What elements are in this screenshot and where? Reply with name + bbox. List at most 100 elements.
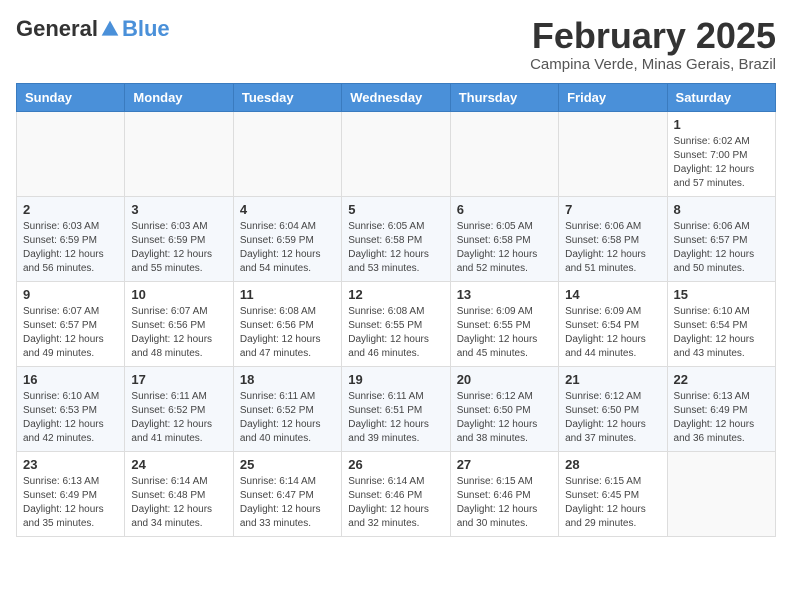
- day-info: Sunrise: 6:02 AM Sunset: 7:00 PM Dayligh…: [674, 135, 769, 191]
- day-number: 1: [674, 117, 769, 132]
- day-number: 21: [565, 372, 660, 387]
- day-number: 19: [348, 372, 443, 387]
- calendar-cell: 13 Sunrise: 6:09 AM Sunset: 6:55 PM Dayli…: [450, 281, 558, 366]
- day-info: Sunrise: 6:09 AM Sunset: 6:54 PM Dayligh…: [565, 305, 660, 361]
- calendar-cell: [17, 111, 125, 196]
- calendar-cell: 25 Sunrise: 6:14 AM Sunset: 6:47 PM Dayli…: [233, 451, 341, 536]
- day-info: Sunrise: 6:11 AM Sunset: 6:52 PM Dayligh…: [131, 390, 226, 446]
- day-number: 17: [131, 372, 226, 387]
- day-number: 27: [457, 457, 552, 472]
- day-number: 22: [674, 372, 769, 387]
- day-number: 5: [348, 202, 443, 217]
- calendar-cell: [233, 111, 341, 196]
- day-info: Sunrise: 6:05 AM Sunset: 6:58 PM Dayligh…: [457, 220, 552, 276]
- calendar-cell: 11 Sunrise: 6:08 AM Sunset: 6:56 PM Dayli…: [233, 281, 341, 366]
- column-header-sunday: Sunday: [17, 83, 125, 111]
- day-number: 9: [23, 287, 118, 302]
- calendar-cell: 4Sunrise: 6:04 AM Sunset: 6:59 PM Daylig…: [233, 196, 341, 281]
- calendar-cell: 5 Sunrise: 6:05 AM Sunset: 6:58 PM Daylig…: [342, 196, 450, 281]
- calendar-cell: 21Sunrise: 6:12 AM Sunset: 6:50 PM Dayli…: [559, 366, 667, 451]
- calendar-week-2: 2 Sunrise: 6:03 AM Sunset: 6:59 PM Daylig…: [17, 196, 776, 281]
- day-info: Sunrise: 6:12 AM Sunset: 6:50 PM Dayligh…: [457, 390, 552, 446]
- column-header-saturday: Saturday: [667, 83, 775, 111]
- day-info: Sunrise: 6:13 AM Sunset: 6:49 PM Dayligh…: [23, 475, 118, 531]
- subtitle: Campina Verde, Minas Gerais, Brazil: [530, 56, 776, 73]
- day-number: 20: [457, 372, 552, 387]
- calendar-cell: 18 Sunrise: 6:11 AM Sunset: 6:52 PM Dayli…: [233, 366, 341, 451]
- column-header-wednesday: Wednesday: [342, 83, 450, 111]
- calendar-week-4: 16 Sunrise: 6:10 AM Sunset: 6:53 PM Dayli…: [17, 366, 776, 451]
- calendar-cell: 23 Sunrise: 6:13 AM Sunset: 6:49 PM Dayli…: [17, 451, 125, 536]
- day-info: Sunrise: 6:03 AM Sunset: 6:59 PM Dayligh…: [23, 220, 118, 276]
- calendar-cell: [342, 111, 450, 196]
- calendar-header-row: SundayMondayTuesdayWednesdayThursdayFrid…: [17, 83, 776, 111]
- day-info: Sunrise: 6:10 AM Sunset: 6:53 PM Dayligh…: [23, 390, 118, 446]
- day-info: Sunrise: 6:15 AM Sunset: 6:45 PM Dayligh…: [565, 475, 660, 531]
- title-block: February 2025 Campina Verde, Minas Gerai…: [530, 16, 776, 73]
- day-number: 8: [674, 202, 769, 217]
- day-number: 2: [23, 202, 118, 217]
- calendar-cell: 12Sunrise: 6:08 AM Sunset: 6:55 PM Dayli…: [342, 281, 450, 366]
- day-number: 10: [131, 287, 226, 302]
- day-info: Sunrise: 6:07 AM Sunset: 6:57 PM Dayligh…: [23, 305, 118, 361]
- calendar-cell: 26Sunrise: 6:14 AM Sunset: 6:46 PM Dayli…: [342, 451, 450, 536]
- day-info: Sunrise: 6:06 AM Sunset: 6:58 PM Dayligh…: [565, 220, 660, 276]
- main-title: February 2025: [530, 16, 776, 56]
- calendar-cell: 9 Sunrise: 6:07 AM Sunset: 6:57 PM Daylig…: [17, 281, 125, 366]
- day-number: 23: [23, 457, 118, 472]
- calendar-cell: 24 Sunrise: 6:14 AM Sunset: 6:48 PM Dayli…: [125, 451, 233, 536]
- day-number: 16: [23, 372, 118, 387]
- calendar-cell: 22 Sunrise: 6:13 AM Sunset: 6:49 PM Dayli…: [667, 366, 775, 451]
- calendar-cell: 20 Sunrise: 6:12 AM Sunset: 6:50 PM Dayli…: [450, 366, 558, 451]
- calendar-cell: 14 Sunrise: 6:09 AM Sunset: 6:54 PM Dayli…: [559, 281, 667, 366]
- logo-icon: [100, 19, 120, 39]
- calendar-table: SundayMondayTuesdayWednesdayThursdayFrid…: [16, 83, 776, 537]
- calendar-cell: 7 Sunrise: 6:06 AM Sunset: 6:58 PM Daylig…: [559, 196, 667, 281]
- column-header-monday: Monday: [125, 83, 233, 111]
- page-header: General Blue February 2025 Campina Verde…: [16, 16, 776, 73]
- day-info: Sunrise: 6:05 AM Sunset: 6:58 PM Dayligh…: [348, 220, 443, 276]
- calendar-cell: 6 Sunrise: 6:05 AM Sunset: 6:58 PM Daylig…: [450, 196, 558, 281]
- calendar-cell: 27Sunrise: 6:15 AM Sunset: 6:46 PM Dayli…: [450, 451, 558, 536]
- day-number: 6: [457, 202, 552, 217]
- day-number: 28: [565, 457, 660, 472]
- column-header-tuesday: Tuesday: [233, 83, 341, 111]
- calendar-cell: 2 Sunrise: 6:03 AM Sunset: 6:59 PM Daylig…: [17, 196, 125, 281]
- day-number: 15: [674, 287, 769, 302]
- calendar-cell: 17 Sunrise: 6:11 AM Sunset: 6:52 PM Dayli…: [125, 366, 233, 451]
- calendar-cell: 19 Sunrise: 6:11 AM Sunset: 6:51 PM Dayli…: [342, 366, 450, 451]
- day-info: Sunrise: 6:11 AM Sunset: 6:51 PM Dayligh…: [348, 390, 443, 446]
- day-info: Sunrise: 6:13 AM Sunset: 6:49 PM Dayligh…: [674, 390, 769, 446]
- day-number: 14: [565, 287, 660, 302]
- calendar-cell: [125, 111, 233, 196]
- day-number: 13: [457, 287, 552, 302]
- day-number: 7: [565, 202, 660, 217]
- day-info: Sunrise: 6:09 AM Sunset: 6:55 PM Dayligh…: [457, 305, 552, 361]
- day-info: Sunrise: 6:11 AM Sunset: 6:52 PM Dayligh…: [240, 390, 335, 446]
- calendar-week-3: 9 Sunrise: 6:07 AM Sunset: 6:57 PM Daylig…: [17, 281, 776, 366]
- day-number: 11: [240, 287, 335, 302]
- column-header-thursday: Thursday: [450, 83, 558, 111]
- day-info: Sunrise: 6:03 AM Sunset: 6:59 PM Dayligh…: [131, 220, 226, 276]
- logo: General Blue: [16, 16, 170, 42]
- day-number: 3: [131, 202, 226, 217]
- calendar-cell: 3 Sunrise: 6:03 AM Sunset: 6:59 PM Daylig…: [125, 196, 233, 281]
- day-number: 24: [131, 457, 226, 472]
- day-info: Sunrise: 6:14 AM Sunset: 6:47 PM Dayligh…: [240, 475, 335, 531]
- day-number: 26: [348, 457, 443, 472]
- logo-blue-text: Blue: [122, 16, 170, 42]
- day-info: Sunrise: 6:06 AM Sunset: 6:57 PM Dayligh…: [674, 220, 769, 276]
- day-info: Sunrise: 6:08 AM Sunset: 6:56 PM Dayligh…: [240, 305, 335, 361]
- day-info: Sunrise: 6:10 AM Sunset: 6:54 PM Dayligh…: [674, 305, 769, 361]
- calendar-cell: 28 Sunrise: 6:15 AM Sunset: 6:45 PM Dayli…: [559, 451, 667, 536]
- day-info: Sunrise: 6:14 AM Sunset: 6:48 PM Dayligh…: [131, 475, 226, 531]
- calendar-cell: 8 Sunrise: 6:06 AM Sunset: 6:57 PM Daylig…: [667, 196, 775, 281]
- calendar-cell: [667, 451, 775, 536]
- calendar-cell: 15 Sunrise: 6:10 AM Sunset: 6:54 PM Dayli…: [667, 281, 775, 366]
- logo-general-text: General: [16, 16, 98, 42]
- calendar-cell: 1 Sunrise: 6:02 AM Sunset: 7:00 PM Daylig…: [667, 111, 775, 196]
- day-number: 18: [240, 372, 335, 387]
- day-number: 25: [240, 457, 335, 472]
- calendar-cell: [559, 111, 667, 196]
- calendar-week-1: 1 Sunrise: 6:02 AM Sunset: 7:00 PM Daylig…: [17, 111, 776, 196]
